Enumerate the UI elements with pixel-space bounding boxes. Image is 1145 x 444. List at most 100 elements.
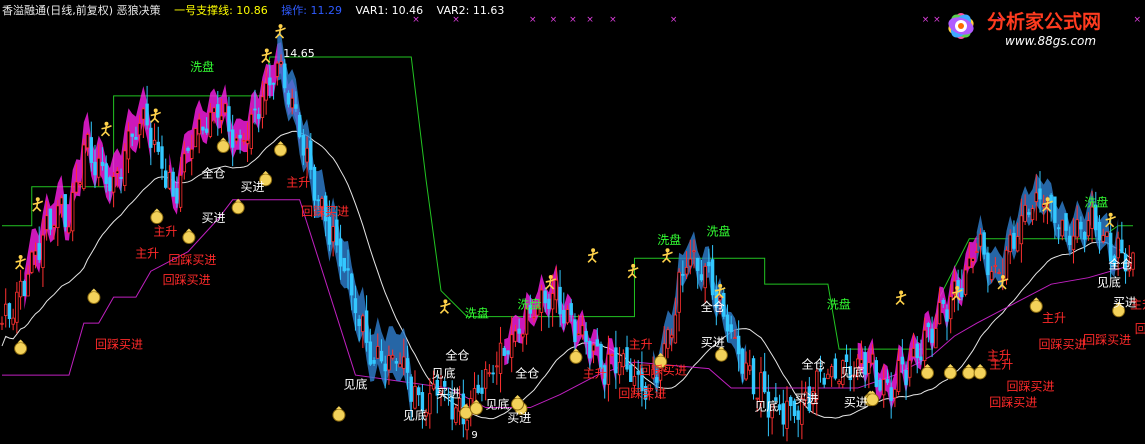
candle-body [1008, 234, 1012, 253]
candle-body [342, 257, 346, 272]
candle-body [309, 140, 313, 170]
candle-body [844, 354, 849, 362]
candle-body [368, 341, 373, 365]
candle-body [387, 355, 391, 371]
money-bag-body [865, 393, 879, 407]
money-bag-body [150, 211, 164, 225]
candle-body [145, 103, 149, 126]
candle-body [212, 107, 216, 113]
signal-label: 回踩买进 [639, 363, 687, 377]
candle-body [361, 315, 365, 332]
candlestick-chart[interactable]: × × × × × × × × × × × × 洗盘洗盘洗盘洗盘洗盘洗盘洗盘全仓全仓全仓全仓全仓全仓买… [0, 0, 1145, 444]
candle-body [70, 192, 75, 232]
money-bag-icon [274, 141, 288, 157]
money-bag-icon [511, 395, 525, 411]
candle-body [119, 177, 123, 179]
candle-body [908, 359, 912, 378]
candle-body [1060, 219, 1065, 237]
candle-body [331, 226, 335, 243]
candle-body [740, 348, 745, 374]
candle-body [383, 363, 387, 372]
candle-body [967, 257, 972, 268]
candle-body [915, 343, 919, 359]
candle-body [576, 333, 581, 336]
candle-body [725, 314, 730, 332]
candle-body [930, 328, 934, 343]
candle-body [945, 309, 949, 322]
candle-body [11, 317, 15, 325]
signal-label: 见底 [403, 408, 427, 423]
candle-body [193, 128, 198, 148]
runner-body [32, 200, 44, 212]
signal-label: 见底 [840, 365, 864, 380]
candle-body [699, 274, 704, 281]
chart-header: 香溢融通(日线,前复权) 恶狼决策 一号支撑线: 10.86 操作: 11.29… [2, 2, 514, 18]
candle-body [163, 170, 168, 188]
trend-band-blue [277, 32, 412, 419]
candle-body [565, 309, 570, 324]
runner-head [18, 254, 23, 259]
candle-body [610, 354, 614, 357]
runner-head [548, 274, 553, 279]
candle-body [1027, 212, 1031, 215]
signal-label: 全仓 [515, 365, 539, 380]
candle-body [506, 350, 510, 355]
candle-body [431, 383, 436, 390]
money-bag-icon [216, 137, 230, 154]
candle-body [837, 380, 841, 385]
candle-body [30, 251, 34, 273]
candle-body [465, 419, 469, 431]
trend-band-blue [976, 173, 1119, 290]
candle-body [751, 358, 756, 395]
signal-label: 洗盘 [190, 59, 214, 74]
money-bag-top [924, 363, 931, 367]
candle-body [1079, 221, 1083, 230]
candle-body [878, 379, 882, 391]
candle-body [294, 104, 298, 109]
runner-icon [627, 263, 639, 279]
candle-body [487, 372, 492, 375]
candle-body [249, 113, 253, 149]
candle-body [238, 134, 242, 139]
candle-body [677, 271, 681, 313]
candle-body [681, 274, 685, 276]
candle-body [197, 118, 201, 135]
money-bag-icon [973, 363, 987, 380]
signal-label: 见底 [485, 396, 509, 411]
candle-body [498, 342, 503, 374]
x-mark-icon: × [569, 15, 577, 25]
candle-body [688, 258, 692, 267]
candle-body [922, 329, 927, 362]
money-bag-body [511, 397, 525, 411]
signal-label: 回踩买进 [1039, 338, 1087, 352]
candle-body [74, 181, 79, 193]
runner-icon [439, 299, 451, 314]
money-bag-body [87, 290, 101, 304]
candle-body [372, 360, 376, 364]
candle-body [550, 293, 555, 310]
signal-label: 洗盘 [706, 223, 730, 238]
runner-icon [274, 24, 286, 39]
candle-body [707, 261, 711, 267]
candle-body [1120, 239, 1124, 254]
signal-label: 回踩买进 [95, 338, 143, 352]
runner-head [153, 108, 158, 113]
money-bag-top [335, 406, 342, 410]
candle-body [919, 356, 923, 361]
candle-body [1019, 215, 1024, 245]
candle-body [934, 328, 938, 349]
money-bag-body [182, 231, 196, 245]
candle-body [937, 302, 942, 325]
candle-body [1068, 235, 1072, 246]
signal-label: 买进 [507, 411, 531, 425]
candle-body [986, 252, 990, 276]
candle-body [495, 365, 499, 368]
runner-head [955, 286, 960, 291]
money-bag-icon [332, 406, 346, 422]
candle-body [22, 280, 27, 297]
money-bag-top [185, 228, 192, 232]
candle-body [867, 362, 871, 374]
candle-body [175, 188, 179, 204]
candle-body [137, 123, 142, 136]
signal-label: 主升 [583, 366, 607, 380]
